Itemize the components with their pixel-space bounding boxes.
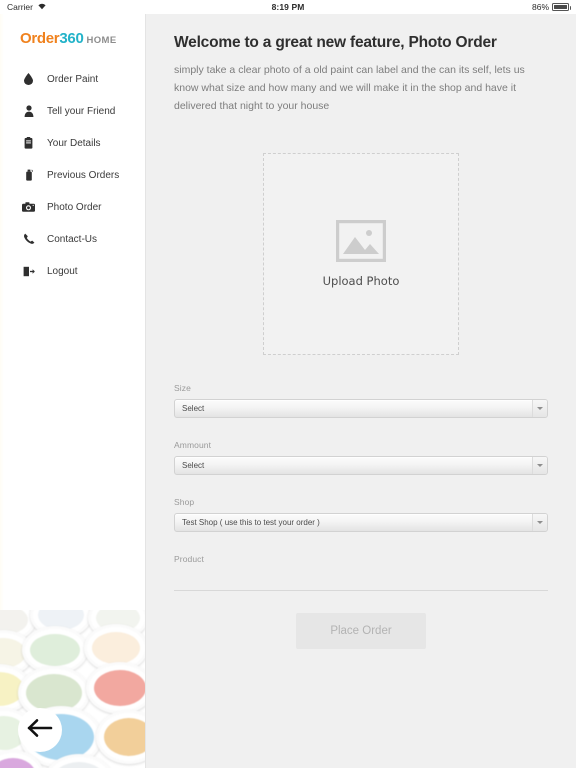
field-label: Shop [174, 497, 195, 508]
sidebar-menu: Order Paint Tell your Friend Your Detail… [0, 63, 145, 287]
sidebar: Order360 HOME Order Paint Tell your Frien… [0, 14, 146, 768]
field-size: Size Select [174, 383, 548, 419]
app-root: Carrier 8:19 PM 86% Order360 HOME Order P… [0, 0, 576, 768]
sidebar-item-your-details[interactable]: Your Details [0, 127, 145, 159]
field-label: Ammount [174, 440, 212, 451]
sidebar-item-photo-order[interactable]: Photo Order [0, 191, 145, 223]
logout-icon [22, 266, 35, 277]
page-title: Welcome to a great new feature, Photo Or… [174, 34, 497, 51]
product-input[interactable] [174, 570, 548, 591]
main-content: Welcome to a great new feature, Photo Or… [146, 14, 576, 768]
field-label: Size [174, 383, 191, 394]
battery-percent-label: 86% [531, 2, 549, 12]
image-placeholder-icon [336, 220, 386, 263]
sidebar-item-label: Logout [47, 265, 78, 277]
sidebar-item-contact-us[interactable]: Contact-Us [0, 223, 145, 255]
paint-cans-photo [0, 610, 145, 768]
sidebar-item-label: Contact-Us [47, 233, 98, 245]
select-value: Select [182, 461, 205, 471]
status-bar-left: Carrier [0, 2, 160, 12]
place-order-button[interactable]: Place Order [296, 612, 426, 649]
wifi-icon [37, 2, 47, 12]
app-logo[interactable]: Order360 HOME [20, 30, 145, 47]
sidebar-item-label: Tell your Friend [47, 105, 116, 117]
sidebar-item-label: Your Details [47, 137, 101, 149]
shop-select[interactable]: Test Shop ( use this to test your order … [174, 513, 548, 533]
order-form: Size Select Ammount Select Shop Test Sho… [146, 383, 576, 649]
sidebar-item-label: Order Paint [47, 73, 99, 85]
phone-icon [22, 233, 35, 245]
ammount-select[interactable]: Select [174, 456, 548, 476]
logo-order-text: Order [20, 30, 60, 47]
person-icon [22, 105, 35, 117]
logo-home-text: HOME [86, 35, 117, 46]
select-value: Select [182, 404, 205, 414]
chevron-down-icon[interactable] [532, 457, 547, 475]
droplet-icon [22, 73, 35, 85]
sidebar-item-tell-your-friend[interactable]: Tell your Friend [0, 95, 145, 127]
camera-icon [22, 202, 35, 212]
select-value: Test Shop ( use this to test your order … [182, 518, 320, 528]
back-button[interactable] [18, 708, 62, 752]
field-ammount: Ammount Select [174, 440, 548, 476]
logo-360-text: 360 [59, 30, 84, 47]
status-bar: Carrier 8:19 PM 86% [0, 0, 576, 14]
chevron-down-icon[interactable] [532, 514, 547, 532]
arrow-left-icon [27, 718, 53, 743]
battery-icon [552, 3, 571, 11]
page-description: simply take a clear photo of a old paint… [174, 64, 525, 113]
id-card-icon [22, 137, 35, 149]
sidebar-item-label: Photo Order [47, 201, 102, 213]
field-product: Product [174, 554, 548, 591]
carrier-label: Carrier [7, 2, 33, 12]
sidebar-item-logout[interactable]: Logout [0, 255, 145, 287]
size-select[interactable]: Select [174, 399, 548, 419]
upload-photo-label: Upload Photo [322, 274, 400, 289]
sidebar-item-label: Previous Orders [47, 169, 120, 181]
status-bar-right: 86% [416, 2, 576, 12]
submit-area: Place Order [174, 612, 548, 649]
field-shop: Shop Test Shop ( use this to test your o… [174, 497, 548, 533]
upload-photo-dropzone[interactable]: Upload Photo [263, 153, 459, 356]
upload-photo-area: Upload Photo [146, 153, 576, 356]
sidebar-item-order-paint[interactable]: Order Paint [0, 63, 145, 95]
field-label: Product [174, 554, 204, 565]
chevron-down-icon[interactable] [532, 400, 547, 418]
status-bar-time: 8:19 PM [271, 2, 305, 12]
paint-can-icon [22, 169, 35, 181]
sidebar-item-previous-orders[interactable]: Previous Orders [0, 159, 145, 191]
main-header: Welcome to a great new feature, Photo Or… [146, 14, 576, 115]
